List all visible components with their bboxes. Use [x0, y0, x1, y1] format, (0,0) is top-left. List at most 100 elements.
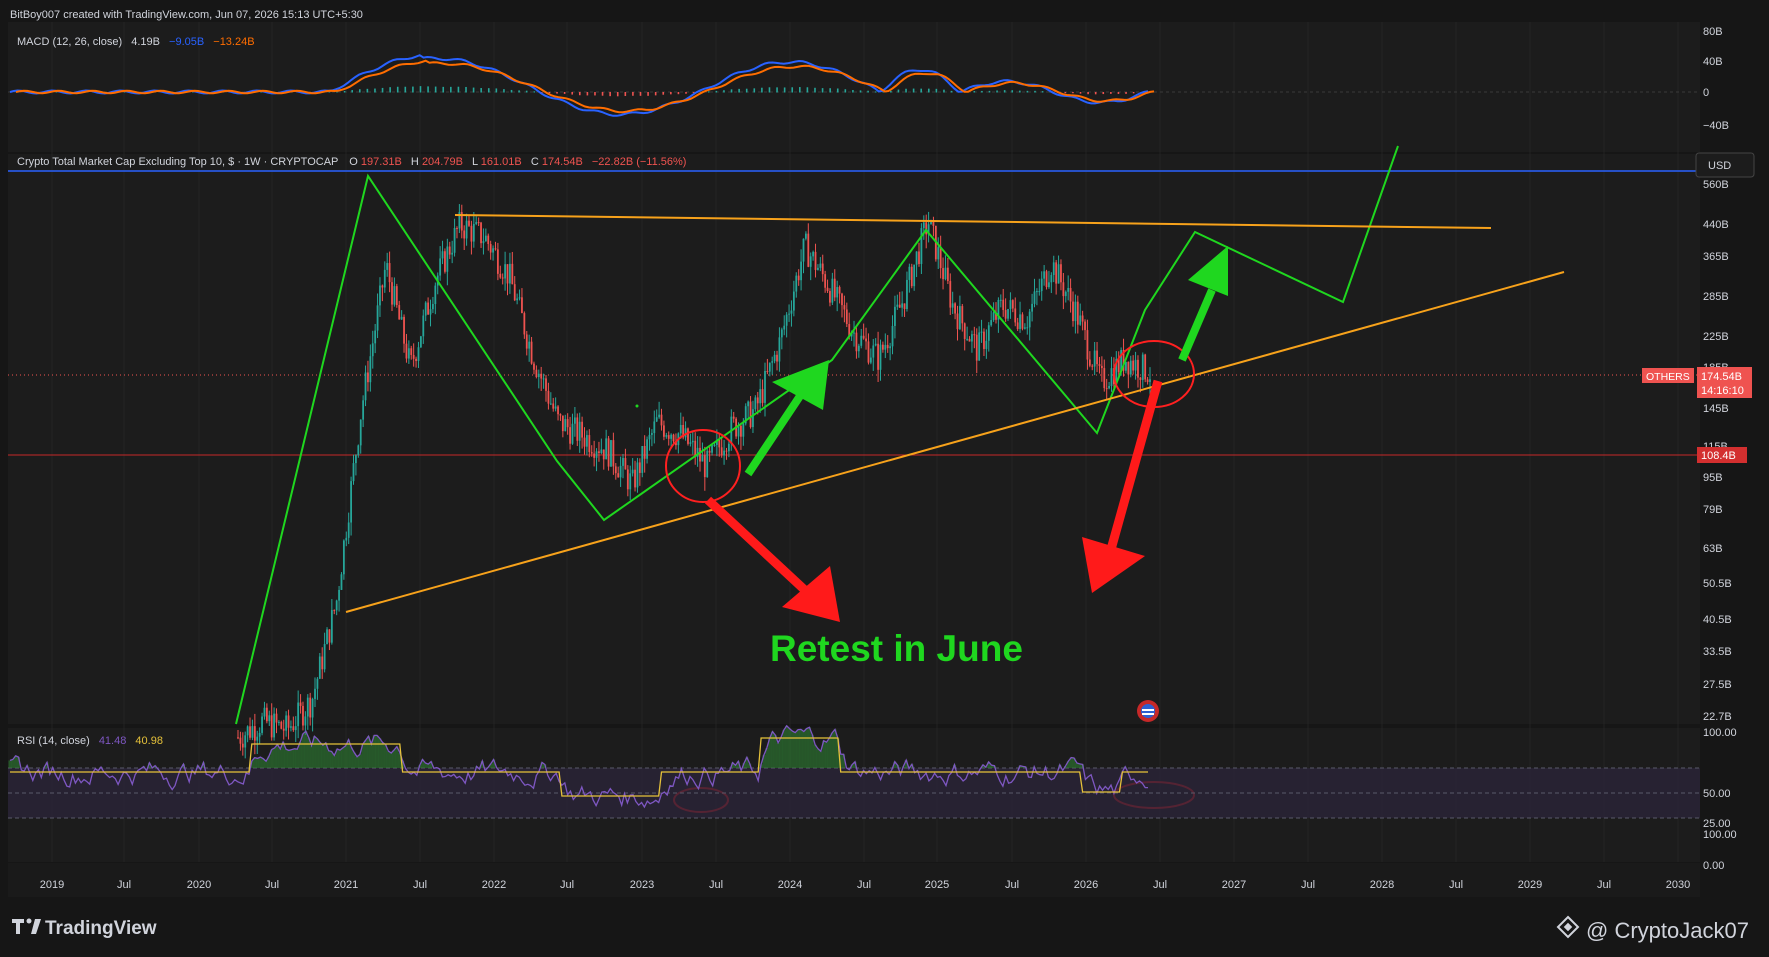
candle-body: [371, 343, 374, 357]
candle-body: [843, 305, 846, 310]
time-axis-label: Jul: [560, 879, 574, 891]
time-axis-label: 2024: [778, 879, 802, 891]
candle-body: [576, 417, 579, 441]
candle-body: [915, 251, 918, 265]
macd-hist-bar: [472, 87, 475, 93]
rsi-axis-label: 50.00: [1703, 788, 1731, 800]
candle-body: [422, 315, 425, 337]
ohlc-o-prefix: O: [349, 156, 358, 168]
candle-body: [540, 373, 543, 379]
macd-hist-bar: [1003, 90, 1006, 93]
macd-hist-bar: [487, 88, 490, 93]
candle-body: [1067, 287, 1070, 292]
candle-body: [679, 424, 682, 434]
candle-body: [403, 316, 405, 344]
candle-body: [1076, 301, 1079, 325]
candle-body: [1081, 315, 1084, 322]
time-axis-label: 2027: [1222, 879, 1246, 891]
candle-body: [446, 246, 449, 272]
currency-button[interactable]: USD: [1695, 152, 1755, 178]
candle-body: [338, 589, 340, 601]
macd-hist-bar: [806, 87, 809, 93]
candle-body: [660, 414, 663, 426]
macd-hist-bar: [374, 88, 376, 93]
macd-hist-bar: [685, 92, 687, 94]
candle-body: [631, 469, 634, 474]
price-axis-label: 225B: [1703, 331, 1729, 343]
macd-hist-bar: [1019, 90, 1021, 93]
candle-body: [975, 334, 978, 361]
time-axis-label: Jul: [1153, 879, 1167, 891]
tv-logo-mark: [16, 919, 20, 934]
candle-body: [913, 264, 916, 287]
candle-body: [542, 378, 545, 380]
candle-body: [1096, 350, 1098, 365]
macd-axis-label: 40B: [1703, 56, 1723, 68]
candle-body: [990, 320, 993, 326]
candle-body: [364, 372, 367, 401]
price-axis-label: 33.5B: [1703, 646, 1732, 658]
candle-body: [865, 338, 867, 342]
candle-body: [533, 363, 535, 370]
price-axis-label: 440B: [1703, 219, 1729, 231]
candle-body: [903, 303, 906, 310]
candle-body: [992, 312, 995, 321]
countdown-label: 14:16:10: [1701, 385, 1744, 397]
candle-body: [804, 233, 807, 239]
candle-body: [571, 423, 574, 444]
symbol-label: Crypto Total Market Cap Excluding Top 10…: [17, 156, 338, 168]
candle-body: [306, 697, 309, 717]
macd-hist-bar: [389, 87, 391, 93]
candle-body: [910, 266, 913, 287]
macd-hist-bar: [927, 88, 930, 93]
candle-body: [518, 297, 521, 299]
candle-body: [492, 248, 494, 253]
candle-body: [987, 325, 990, 341]
candle-body: [634, 469, 636, 488]
macd-hist-bar: [677, 92, 680, 95]
candle-body: [643, 445, 646, 459]
event-flag-icon[interactable]: [1137, 700, 1159, 722]
macd-hist-bar: [814, 87, 816, 93]
candle-body: [1011, 300, 1014, 309]
chart-canvas[interactable]: BitBoy007 created with TradingView.com, …: [0, 0, 1769, 957]
candle-body: [256, 736, 259, 741]
macd-hist-bar: [761, 87, 763, 93]
candle-body: [388, 263, 391, 283]
macd-hist-bar: [912, 88, 915, 93]
time-axis-label: 2030: [1666, 879, 1690, 891]
time-axis-label: 2022: [482, 879, 506, 891]
candle-body: [1110, 368, 1113, 386]
candle-body: [978, 332, 981, 361]
time-axis-label: Jul: [1005, 879, 1019, 891]
candle-body: [369, 356, 372, 383]
candle-body: [309, 697, 312, 718]
candle-body: [581, 421, 584, 438]
candle-body: [1062, 282, 1065, 297]
candle-body: [937, 247, 940, 260]
candle-body: [352, 463, 355, 482]
macd-legend-value-3: −13.24B: [213, 36, 254, 48]
candle-body: [646, 439, 648, 459]
candle-body: [516, 298, 519, 301]
time-axis-label: Jul: [1597, 879, 1611, 891]
candle-body: [867, 341, 870, 363]
macd-hist-bar: [1011, 90, 1014, 93]
candle-body: [691, 440, 694, 443]
macd-hist-bar: [632, 92, 634, 96]
candle-body: [833, 278, 836, 298]
candle-body: [999, 299, 1002, 301]
candle-body: [376, 305, 379, 331]
watermark: @ CryptoJack07: [1556, 915, 1749, 943]
candle-body: [588, 435, 591, 453]
candle-body: [1009, 300, 1012, 310]
candle-body: [809, 256, 812, 267]
macd-hist-bar: [381, 87, 384, 93]
candle-body: [1086, 330, 1089, 360]
macd-hist-bar: [874, 91, 877, 93]
macd-pane: [8, 22, 1700, 152]
candle-body: [749, 401, 752, 428]
candle-body: [321, 656, 324, 670]
candle-body: [920, 228, 923, 264]
macd-hist-bar: [404, 86, 407, 93]
